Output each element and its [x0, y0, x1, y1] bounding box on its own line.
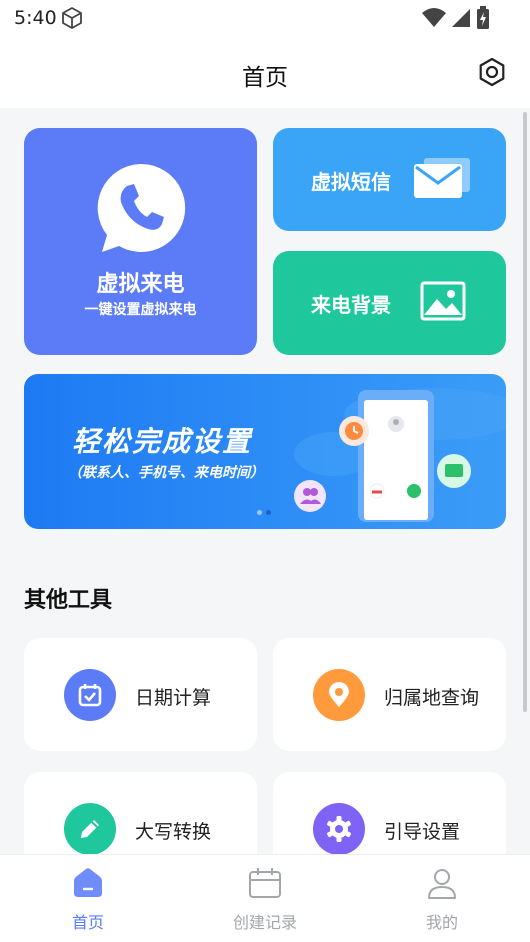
virtual-call-subtitle: 一键设置虚拟来电	[84, 302, 197, 318]
virtual-call-card[interactable]: 虚拟来电 一键设置虚拟来电	[24, 128, 257, 355]
virtual-sms-card[interactable]: 虚拟短信	[273, 128, 506, 231]
app-header: 首页	[0, 36, 530, 108]
tool-label: 引导设置	[384, 821, 461, 843]
tab-label: 首页	[71, 913, 104, 932]
banner-illustration	[294, 388, 506, 522]
call-background-card[interactable]: 来电背景	[273, 251, 506, 355]
calendar-record-icon	[249, 868, 281, 898]
tab-label: 我的	[425, 913, 458, 932]
tool-label: 日期计算	[135, 687, 212, 709]
banner-pagination[interactable]	[257, 510, 271, 515]
wifi-icon	[422, 8, 446, 27]
tab-profile[interactable]: 我的	[354, 855, 530, 942]
envelope-icon	[414, 158, 470, 198]
calendar-icon	[64, 669, 116, 721]
status-bar: 5:40	[0, 0, 530, 36]
signal-icon	[452, 9, 470, 27]
tab-home[interactable]: 首页	[0, 855, 176, 942]
settings-hexagon-icon[interactable]	[476, 56, 508, 88]
tool-uppercase-convert[interactable]: 大写转换	[24, 772, 257, 854]
status-time: 5:40	[14, 7, 57, 29]
banner-dot-1[interactable]	[257, 510, 262, 515]
scrollbar[interactable]	[523, 112, 527, 712]
banner-title: 轻松完成设置	[72, 425, 253, 458]
promo-banner[interactable]: 轻松完成设置 （联系人、手机号、来电时间）	[24, 374, 506, 529]
pencil-icon	[64, 803, 116, 854]
tool-guide-settings[interactable]: 引导设置	[273, 772, 506, 854]
tool-label: 大写转换	[135, 821, 212, 843]
banner-dot-2[interactable]	[266, 510, 271, 515]
tool-label: 归属地查询	[384, 687, 480, 709]
bottom-tab-bar: 首页 创建记录 我的	[0, 854, 530, 942]
virtual-sms-title: 虚拟短信	[311, 170, 391, 194]
status-icons	[422, 6, 490, 30]
image-icon	[420, 281, 466, 321]
battery-icon	[477, 6, 489, 29]
phone-bubble-icon	[97, 163, 186, 252]
tool-date-calc[interactable]: 日期计算	[24, 638, 257, 751]
location-pin-icon	[313, 669, 365, 721]
banner-subtitle: （联系人、手机号、来电时间）	[68, 465, 264, 481]
virtual-call-title: 虚拟来电	[96, 272, 185, 297]
gear-icon	[313, 803, 365, 854]
home-content[interactable]: 虚拟来电 一键设置虚拟来电 虚拟短信 来电背景 轻松完成设置 （联系人、手机号、…	[0, 108, 530, 854]
call-background-title: 来电背景	[311, 293, 391, 317]
tool-location-query[interactable]: 归属地查询	[273, 638, 506, 751]
page-title: 首页	[242, 65, 288, 91]
tab-label: 创建记录	[232, 913, 297, 932]
tab-records[interactable]: 创建记录	[177, 855, 353, 942]
section-title: 其他工具	[24, 588, 113, 613]
home-icon	[74, 868, 102, 897]
profile-icon	[428, 869, 456, 899]
cube-icon	[62, 7, 82, 29]
